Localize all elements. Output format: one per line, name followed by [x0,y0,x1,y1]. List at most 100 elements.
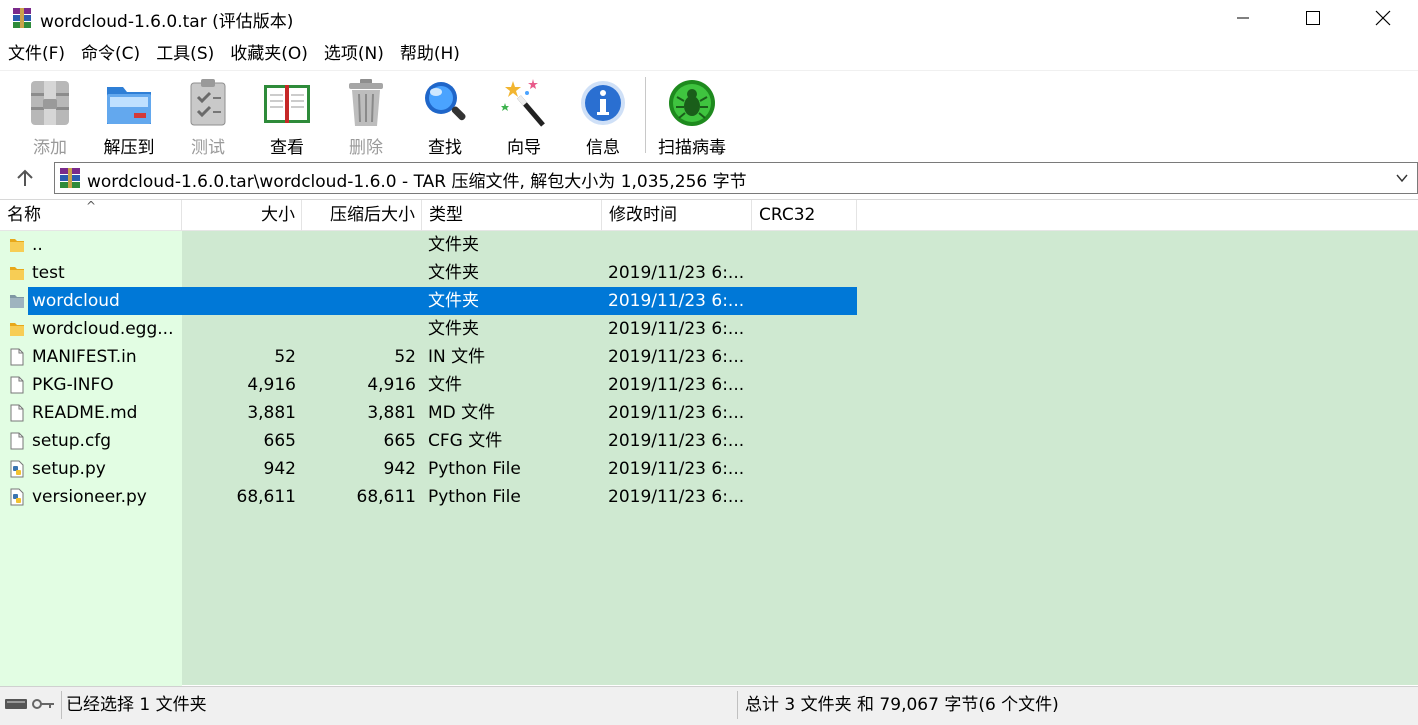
add-label: 添加 [33,138,67,158]
file-packed-size: 942 [383,459,416,479]
view-label: 查看 [270,138,304,158]
wizard-label: 向导 [507,138,541,158]
file-size: 3,881 [247,403,296,423]
file-size: 665 [263,431,296,451]
file-modified: 2019/11/23 6:... [608,347,745,367]
menu-help[interactable]: 帮助(H) [392,40,468,68]
column-header-size[interactable]: 大小 [182,200,302,231]
up-folder-button[interactable] [8,165,42,191]
find-button[interactable]: 查找 [406,75,484,158]
file-name: wordcloud [32,291,120,311]
test-button[interactable]: 测试 [169,75,247,158]
winrar-archive-icon [60,168,80,188]
close-icon [1375,10,1391,26]
minimize-icon [1237,17,1249,19]
wizard-button[interactable]: 向导 [485,75,563,158]
status-divider [61,691,62,719]
file-type: 文件夹 [428,319,479,339]
file-type: IN 文件 [428,347,486,367]
status-bar: 已经选择 1 文件夹 总计 3 文件夹 和 79,067 字节(6 个文件) [0,686,1418,725]
menu-commands[interactable]: 命令(C) [73,40,148,68]
file-name: wordcloud.egg... [32,319,174,339]
view-button[interactable]: 查看 [248,75,326,158]
file-name: setup.py [32,459,106,479]
view-book-icon [264,85,310,123]
menu-tools[interactable]: 工具(S) [148,40,222,68]
trash-icon [349,79,383,126]
file-type: CFG 文件 [428,431,503,451]
magnifier-icon [425,82,466,121]
file-name: PKG-INFO [32,375,114,395]
file-packed-size [302,315,416,343]
file-name: setup.cfg [32,431,112,451]
delete-button[interactable]: 删除 [327,75,405,158]
file-type: 文件夹 [428,291,479,311]
file-row[interactable]: setup.py 942 942 Python File 2019/11/23 6:..… [0,455,860,483]
file-row[interactable]: wordcloud.egg... 文件夹 2019/11/23 6:... [0,315,860,343]
add-button[interactable]: 添加 [11,75,89,158]
column-header-packed-size[interactable]: 压缩后大小 [302,200,422,231]
file-icon [10,376,24,394]
arrow-up-icon [17,169,33,186]
virus-scan-label: 扫描病毒 [658,138,726,158]
toolbar: 添加 解压到 测试 查看 删除 查找 向导 信息 扫描病毒 [0,70,1418,158]
column-header-type[interactable]: 类型 [422,200,602,231]
file-packed-size [302,259,416,287]
maximize-icon [1306,11,1320,25]
add-archive-icon [31,81,69,125]
file-modified: 2019/11/23 6:... [608,291,745,311]
test-icon [190,79,226,126]
find-label: 查找 [428,138,462,158]
file-icon [10,404,24,422]
selection-status: 已经选择 1 文件夹 [66,695,207,715]
folder-icon [10,267,24,280]
file-row[interactable]: PKG-INFO 4,916 4,916 文件 2019/11/23 6:... [0,371,860,399]
file-name: .. [32,235,43,255]
maximize-button[interactable] [1278,0,1348,36]
python-file-icon [10,460,24,478]
column-header-name[interactable]: 名称 ^ [0,199,182,231]
title-bar[interactable]: wordcloud-1.6.0.tar (评估版本) [0,0,1418,36]
menu-options[interactable]: 选项(N) [316,40,392,68]
file-size [182,315,296,343]
folder-icon [10,323,24,336]
info-button[interactable]: 信息 [564,75,642,158]
minimize-button[interactable] [1208,0,1278,36]
file-size [182,231,296,259]
file-type: 文件夹 [428,263,479,283]
file-row[interactable]: setup.cfg 665 665 CFG 文件 2019/11/23 6:... [0,427,860,455]
file-modified: 2019/11/23 6:... [608,459,745,479]
drive-key-icon[interactable] [4,695,56,713]
file-row[interactable]: README.md 3,881 3,881 MD 文件 2019/11/23 6:... [0,399,860,427]
file-packed-size: 4,916 [367,375,416,395]
file-size [182,287,296,315]
file-list[interactable]: 名称 ^ 大小 压缩后大小 类型 修改时间 CRC32 .. 文件夹 test 文件夹… [0,199,1418,686]
file-modified: 2019/11/23 6:... [608,319,745,339]
address-path: wordcloud-1.6.0.tar\wordcloud-1.6.0 - TA… [87,172,747,192]
file-row[interactable]: .. 文件夹 [0,231,860,259]
file-modified: 2019/11/23 6:... [608,375,745,395]
column-header-crc32[interactable]: CRC32 [752,200,857,231]
chevron-down-icon[interactable] [1395,171,1409,185]
file-packed-size: 68,611 [356,487,416,507]
file-row[interactable]: MANIFEST.in 52 52 IN 文件 2019/11/23 6:... [0,343,860,371]
file-row[interactable]: wordcloud 文件夹 2019/11/23 6:... [0,287,860,315]
file-type: Python File [428,487,521,507]
close-button[interactable] [1348,0,1418,36]
total-status: 总计 3 文件夹 和 79,067 字节(6 个文件) [745,695,1059,715]
column-header-modified[interactable]: 修改时间 [602,200,752,231]
file-row[interactable]: test 文件夹 2019/11/23 6:... [0,259,860,287]
file-type: 文件夹 [428,235,479,255]
winrar-app-icon[interactable] [11,7,33,29]
file-packed-size: 52 [394,347,416,367]
virus-scan-button[interactable]: 扫描病毒 [652,75,732,158]
menu-favorites[interactable]: 收藏夹(O) [222,40,316,68]
file-packed-size [302,287,416,315]
delete-label: 删除 [349,138,383,158]
address-bar[interactable]: wordcloud-1.6.0.tar\wordcloud-1.6.0 - TA… [54,162,1418,194]
info-icon [581,81,625,125]
file-row[interactable]: versioneer.py 68,611 68,611 Python File 2019… [0,483,860,511]
menu-file[interactable]: 文件(F) [0,40,73,68]
test-label: 测试 [191,138,225,158]
extract-to-button[interactable]: 解压到 [90,75,168,158]
